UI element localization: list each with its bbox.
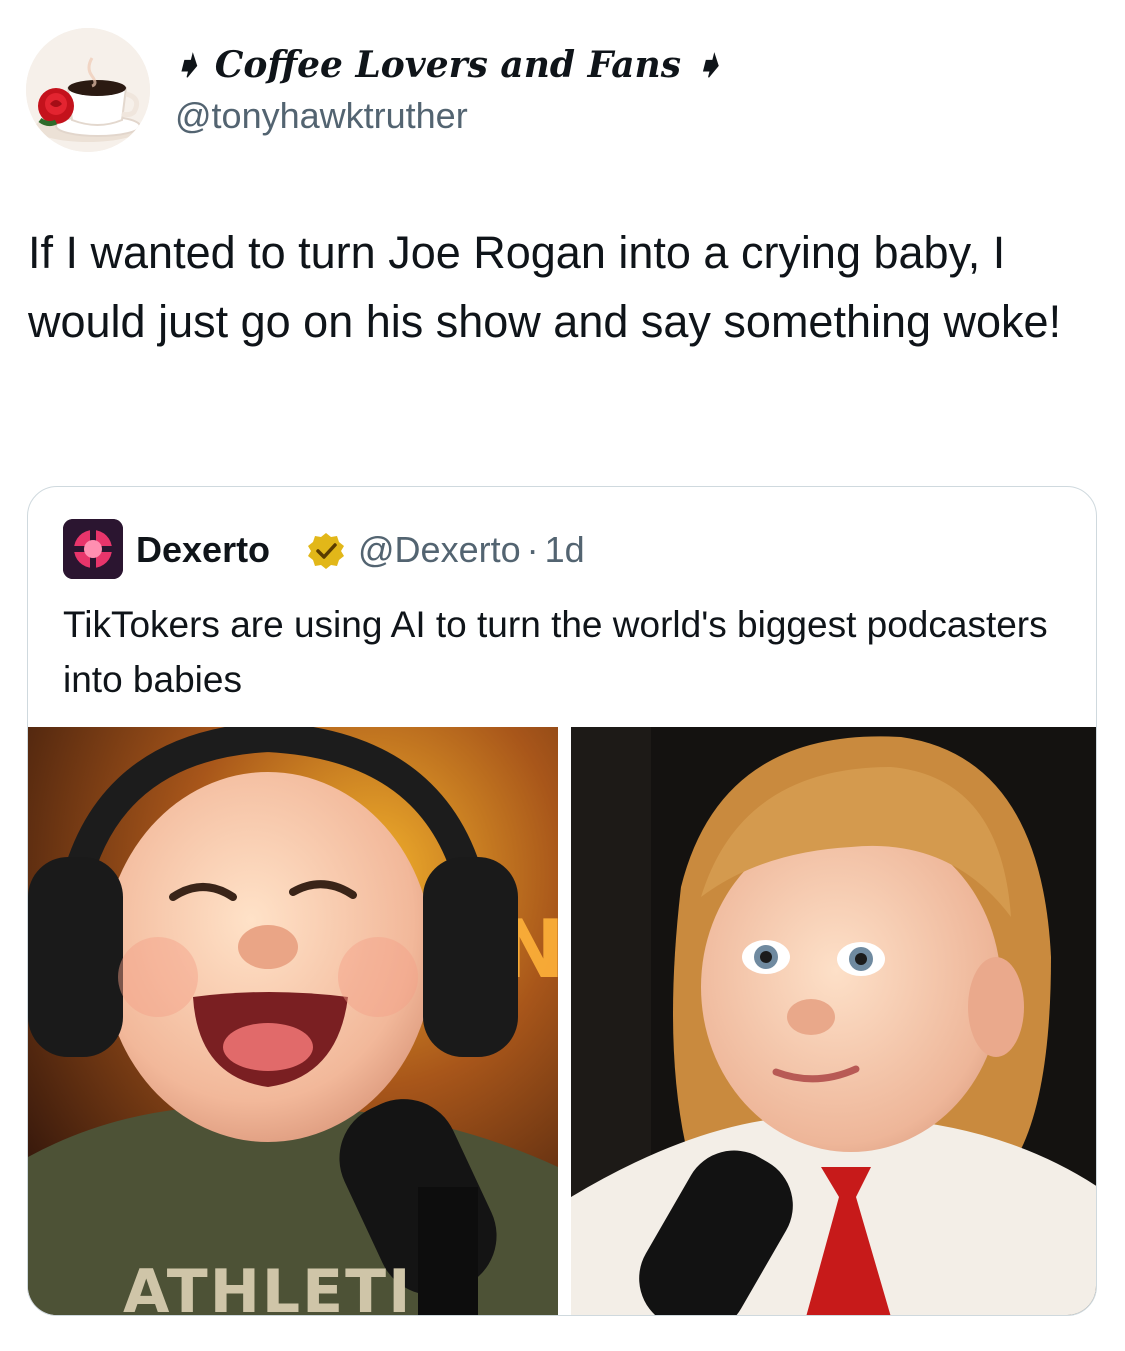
quoted-tweet-text: TikTokers are using AI to turn the world… xyxy=(63,604,1048,700)
laughing-baby-headphones-icon: N xyxy=(28,727,558,1316)
author-display-name[interactable]: ➧ Coffee Lovers and Fans ➧ xyxy=(172,42,724,88)
quoted-timestamp[interactable]: 1d xyxy=(545,529,585,570)
media-image-2[interactable] xyxy=(571,727,1096,1315)
quoted-author-avatar[interactable] xyxy=(63,519,123,579)
media-image-1[interactable]: N xyxy=(28,727,558,1316)
gold-verified-badge-icon xyxy=(308,533,344,569)
author-handle[interactable]: @tonyhawktruther xyxy=(175,94,468,138)
quoted-author-handle[interactable]: @Dexerto xyxy=(358,529,521,570)
toddler-red-tie-icon xyxy=(571,727,1096,1315)
dexerto-logo-icon xyxy=(63,519,123,579)
coffee-cup-rose-icon xyxy=(26,28,150,152)
meta-separator: · xyxy=(526,529,539,570)
author-avatar[interactable] xyxy=(26,28,150,152)
quoted-author-name[interactable]: Dexerto xyxy=(136,529,270,571)
quoted-media-grid: N xyxy=(28,727,1096,1316)
quoted-tweet-card[interactable]: Dexerto @Dexerto · 1d TikTokers are using … xyxy=(27,486,1097,1316)
tweet-text: If I wanted to turn Joe Rogan into a cry… xyxy=(28,227,1062,347)
quoted-meta: @Dexerto · 1d xyxy=(358,529,585,571)
shirt-text: ATHLETI xyxy=(123,1257,412,1316)
